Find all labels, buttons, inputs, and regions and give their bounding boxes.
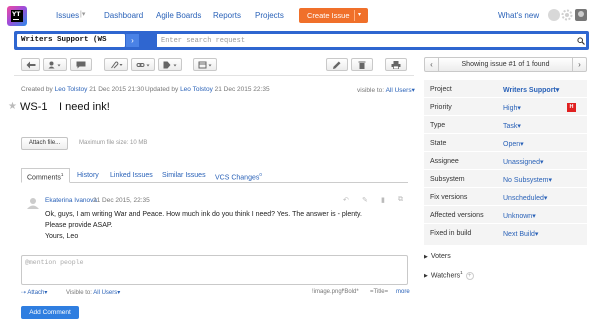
nav-agile-boards[interactable]: Agile Boards bbox=[156, 11, 201, 20]
affected-versions-value[interactable]: Unknown▾ bbox=[503, 212, 536, 220]
issue-id: WS-1 bbox=[20, 101, 48, 113]
assignee-value[interactable]: Unassigned▾ bbox=[503, 158, 543, 166]
updater-link[interactable]: Leo Tolstoy bbox=[180, 86, 213, 93]
paperclip-dropdown-icon[interactable] bbox=[104, 58, 128, 71]
tab-similar-issues[interactable]: Similar Issues bbox=[162, 172, 206, 179]
reply-icon[interactable]: ↶ bbox=[343, 196, 349, 204]
view-dropdown-icon[interactable] bbox=[193, 58, 217, 71]
visibility-selector[interactable]: All Users bbox=[386, 87, 412, 94]
field-subsystem: Subsystem No Subsystem▾ bbox=[424, 172, 587, 188]
print-icon[interactable] bbox=[385, 58, 407, 71]
voters-section[interactable]: ▶ Voters bbox=[424, 253, 451, 260]
link-dropdown-icon[interactable] bbox=[131, 58, 155, 71]
commenter-avatar bbox=[27, 197, 39, 209]
fixed-in-build-value[interactable]: Next Build▾ bbox=[503, 230, 538, 238]
attach-file-button[interactable]: Attach file... bbox=[21, 137, 68, 150]
issue-created-info: Created by Leo Tolstoy 21 Dec 2015 21:30 bbox=[21, 86, 145, 93]
state-value[interactable]: Open▾ bbox=[503, 140, 524, 148]
tag-dropdown-icon[interactable] bbox=[158, 58, 182, 71]
project-value[interactable]: Writers Support▾ bbox=[503, 86, 559, 94]
previous-issue-icon[interactable]: ‹ bbox=[425, 58, 439, 71]
max-file-size: Maximum file size: 10 MB bbox=[79, 140, 148, 146]
field-type: Type Task▾ bbox=[424, 118, 587, 134]
comment-visibility-selector[interactable]: All Users bbox=[93, 290, 117, 296]
comment-visibility: Visible to: All Users▾ bbox=[66, 290, 121, 296]
expand-triangle-icon: ▶ bbox=[424, 254, 428, 260]
field-priority: Priority High▾ H bbox=[424, 100, 587, 116]
context-arrow-icon[interactable]: › bbox=[126, 34, 139, 47]
pager-text: Showing issue #1 of 1 found bbox=[461, 61, 550, 68]
markup-more-link[interactable]: more bbox=[396, 289, 410, 295]
field-assignee: Assignee Unassigned▾ bbox=[424, 154, 587, 170]
help-icon[interactable] bbox=[548, 9, 560, 21]
comment-body: Ok, guys, I am writing War and Peace. Ho… bbox=[45, 211, 362, 240]
issue-summary[interactable]: I need ink! bbox=[59, 101, 110, 113]
markup-hint-image: !image.png! bbox=[312, 289, 344, 295]
delete-trash-icon[interactable] bbox=[351, 58, 373, 71]
youtrack-logo[interactable]: YT bbox=[7, 6, 27, 26]
next-issue-icon[interactable]: › bbox=[572, 58, 586, 71]
nav-reports[interactable]: Reports bbox=[213, 11, 241, 20]
top-navigation: YT Issues |▾ Dashboard Agile Boards Repo… bbox=[0, 0, 600, 31]
star-icon[interactable]: ★ bbox=[8, 101, 17, 112]
field-state: State Open▾ bbox=[424, 136, 587, 152]
watchers-section[interactable]: ▶ Watchers1+ bbox=[424, 270, 474, 281]
gear-icon[interactable] bbox=[561, 9, 573, 21]
fix-versions-value[interactable]: Unscheduled▾ bbox=[503, 194, 547, 202]
comment-icon[interactable] bbox=[70, 58, 92, 71]
search-context-selector[interactable]: Writers Support (WS bbox=[17, 34, 125, 47]
edit-pencil-icon[interactable]: ✎ bbox=[362, 196, 368, 204]
type-value[interactable]: Task▾ bbox=[503, 122, 521, 130]
user-avatar[interactable] bbox=[575, 9, 587, 21]
nav-dashboard[interactable]: Dashboard bbox=[104, 11, 143, 20]
back-arrow-icon[interactable] bbox=[21, 58, 40, 71]
markup-hint-title: =Title= bbox=[370, 289, 389, 295]
issues-dropdown-icon[interactable]: |▾ bbox=[80, 10, 85, 18]
markup-hint-bold: *Bold* bbox=[342, 289, 359, 295]
create-issue-label: Create Issue bbox=[307, 11, 350, 20]
priority-value[interactable]: High▾ bbox=[503, 104, 521, 112]
field-project: Project Writers Support▾ bbox=[424, 82, 587, 98]
logo-text: YT bbox=[12, 11, 21, 18]
issue-pager: ‹ Showing issue #1 of 1 found › bbox=[424, 57, 587, 72]
chevron-down-icon[interactable]: ▾ bbox=[358, 11, 361, 18]
issue-visibility: visible to: All Users▾ bbox=[357, 87, 415, 94]
comment-textarea[interactable]: @mention people bbox=[21, 255, 408, 285]
issue-fields-panel: Project Writers Support▾ Priority High▾ … bbox=[424, 80, 587, 245]
whats-new-link[interactable]: What's new bbox=[498, 11, 539, 20]
subsystem-value[interactable]: No Subsystem▾ bbox=[503, 176, 552, 184]
nav-issues[interactable]: Issues bbox=[56, 11, 79, 20]
add-watcher-icon[interactable]: + bbox=[465, 272, 474, 281]
field-fixed-in-build: Fixed in build Next Build▾ bbox=[430, 230, 539, 238]
search-bar: Writers Support (WS › Enter search reque… bbox=[14, 31, 589, 50]
tab-comments[interactable]: Comments1 bbox=[21, 168, 70, 183]
user-dropdown-icon[interactable] bbox=[43, 58, 67, 71]
edit-pencil-icon[interactable] bbox=[326, 58, 348, 71]
comment-date: 21 Dec 2015, 22:35 bbox=[93, 197, 150, 204]
permalink-icon[interactable]: ⧉ bbox=[398, 196, 403, 204]
creator-link[interactable]: Leo Tolstoy bbox=[55, 86, 88, 93]
tab-linked-issues[interactable]: Linked Issues bbox=[110, 172, 153, 179]
search-icon[interactable] bbox=[577, 34, 586, 47]
attach-dropdown[interactable]: ⇢ Attach▾ bbox=[21, 289, 47, 296]
field-fix-versions: Fix versions Unscheduled▾ bbox=[424, 190, 587, 206]
add-comment-button[interactable]: Add Comment bbox=[21, 306, 79, 319]
create-issue-button[interactable]: Create Issue ▾ bbox=[299, 8, 368, 23]
priority-badge: H bbox=[567, 103, 576, 112]
field-affected-versions: Affected versions Unknown▾ bbox=[424, 208, 587, 224]
expand-triangle-icon: ▶ bbox=[424, 273, 428, 280]
tab-vcs-changes[interactable]: VCS Changes0 bbox=[215, 172, 262, 181]
comment-author[interactable]: Ekaterina Ivanova bbox=[45, 197, 97, 204]
nav-projects[interactable]: Projects bbox=[255, 11, 284, 20]
issue-updated-info: Updated by Leo Tolstoy 21 Dec 2015 22:35 bbox=[145, 86, 270, 93]
search-input[interactable]: Enter search request bbox=[157, 34, 577, 47]
delete-trash-icon[interactable]: ▮ bbox=[381, 196, 385, 204]
tab-history[interactable]: History bbox=[77, 172, 99, 179]
